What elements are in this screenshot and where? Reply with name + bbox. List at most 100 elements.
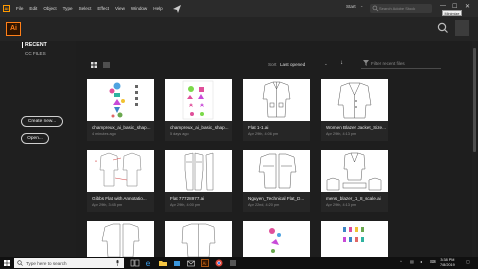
file-card[interactable]: Nguyen_Technical Flat_D... Apr 22nd, 4:2… bbox=[243, 150, 310, 212]
app-icon[interactable] bbox=[228, 258, 238, 268]
windows-start-icon[interactable] bbox=[4, 260, 10, 266]
menu-effect[interactable]: Effect bbox=[94, 6, 112, 11]
menu-type[interactable]: Type bbox=[60, 6, 76, 11]
grid-view-icon[interactable] bbox=[91, 62, 97, 68]
file-card[interactable] bbox=[243, 221, 310, 257]
file-name: champreux_ai_basic_shap... bbox=[170, 125, 229, 130]
stock-search[interactable]: Search Adobe Stock bbox=[370, 4, 432, 13]
file-thumbnail bbox=[165, 150, 232, 192]
file-thumbnail bbox=[165, 221, 232, 257]
windows-taskbar: e Ai ^ ▤ ◂ ⌨ 3:38 PM 7/8/2019 ▢ bbox=[0, 257, 478, 269]
file-card[interactable]: champreux_ai_basic_shap... 5 days ago bbox=[165, 79, 232, 141]
list-view-icon[interactable] bbox=[103, 62, 110, 68]
microphone-icon[interactable] bbox=[115, 260, 120, 266]
menu-select[interactable]: Select bbox=[76, 6, 95, 11]
file-thumbnail bbox=[243, 221, 310, 257]
menu-window[interactable]: Window bbox=[128, 6, 150, 11]
file-thumbnail bbox=[321, 79, 388, 121]
file-thumbnail bbox=[321, 150, 388, 192]
workspace-switcher[interactable]: Start bbox=[346, 4, 356, 9]
sort-label: Sort bbox=[268, 62, 277, 67]
menu-file[interactable]: File bbox=[13, 6, 26, 11]
volume-icon[interactable]: ◂ bbox=[420, 259, 422, 264]
search-icon bbox=[372, 5, 379, 12]
taskbar-search-input[interactable] bbox=[26, 259, 111, 267]
file-date: Apr 29th, 4:13 pm bbox=[326, 132, 357, 136]
illustrator-taskbar-icon[interactable]: Ai bbox=[200, 258, 210, 268]
file-card[interactable]: Women Blazer Jacket_Size... Apr 29th, 4:… bbox=[321, 79, 388, 141]
file-card[interactable]: mens_blazer_1_8_scale.ai Apr 29th, 4:13 … bbox=[321, 150, 388, 212]
sort-dropdown[interactable]: Last opened bbox=[280, 62, 305, 67]
file-date: Apr 22nd, 4:20 pm bbox=[248, 203, 280, 207]
user-avatar[interactable] bbox=[455, 20, 469, 36]
menu-edit[interactable]: Edit bbox=[26, 6, 40, 11]
send-icon[interactable] bbox=[172, 4, 182, 14]
file-thumbnail bbox=[87, 221, 154, 257]
app-bar: Ai bbox=[0, 17, 478, 41]
file-date: Apr 29th, 4:06 pm bbox=[248, 132, 279, 136]
filter-input[interactable] bbox=[371, 59, 439, 68]
illustrator-start-screen: Ai File Edit Object Type Select Effect V… bbox=[0, 0, 478, 269]
sidebar bbox=[0, 41, 76, 257]
file-name: Women Blazer Jacket_Size... bbox=[326, 125, 386, 130]
maximize-button[interactable]: ☐ bbox=[452, 3, 457, 10]
sidebar-item-cc-files[interactable]: CC FILES bbox=[25, 51, 46, 56]
stock-search-placeholder: Search Adobe Stock bbox=[379, 6, 416, 11]
file-date: Apr 29th, 4:13 pm bbox=[326, 203, 357, 207]
file-thumbnail: A bbox=[87, 150, 154, 192]
file-card[interactable] bbox=[165, 221, 232, 257]
notifications-icon[interactable]: ▢ bbox=[466, 259, 470, 264]
open-button[interactable]: Open... bbox=[21, 133, 49, 144]
tray-chevron-icon[interactable]: ^ bbox=[400, 259, 402, 264]
sidebar-item-recent[interactable]: RECENT bbox=[22, 42, 47, 48]
chevron-down-icon[interactable]: ⌄ bbox=[324, 61, 328, 67]
file-name: Nguyen_Technical Flat_D... bbox=[248, 196, 305, 201]
svg-text:Ai: Ai bbox=[203, 261, 207, 266]
taskbar-search[interactable] bbox=[14, 258, 124, 268]
edge-browser-icon[interactable]: e bbox=[144, 258, 154, 268]
file-date: 5 days ago bbox=[170, 132, 189, 136]
illustrator-logo: Ai bbox=[6, 22, 21, 36]
svg-text:A: A bbox=[95, 159, 97, 163]
file-card[interactable]: champreux_ai_basic_shap... 4 minutes ago bbox=[87, 79, 154, 141]
file-thumbnail bbox=[87, 79, 154, 121]
create-new-button[interactable]: Create new... bbox=[21, 116, 63, 127]
network-icon[interactable]: ▤ bbox=[410, 259, 414, 264]
file-thumbnail bbox=[321, 221, 388, 257]
menu-object[interactable]: Object bbox=[40, 6, 59, 11]
file-date: Apr 29th, 3:45 pm bbox=[92, 203, 123, 207]
search-button[interactable] bbox=[436, 21, 450, 35]
file-explorer-icon[interactable] bbox=[158, 258, 168, 268]
search-icon bbox=[17, 260, 23, 266]
language-icon[interactable]: ⌨ bbox=[430, 259, 436, 264]
file-thumbnail bbox=[165, 79, 232, 121]
file-name: Gibbs Flat with Annotatio... bbox=[92, 196, 147, 201]
file-name: champreux_ai_basic_shap... bbox=[92, 125, 151, 130]
file-name: Flat 77728977.ai bbox=[170, 196, 205, 201]
mail-icon[interactable] bbox=[186, 258, 196, 268]
app-logo-mini: Ai bbox=[3, 5, 10, 12]
chevron-down-icon[interactable]: ⌄ bbox=[360, 3, 363, 8]
menu-help[interactable]: Help bbox=[150, 6, 165, 11]
menu-bar: Ai File Edit Object Type Select Effect V… bbox=[0, 0, 478, 17]
file-card[interactable] bbox=[87, 221, 154, 257]
menu-view[interactable]: View bbox=[112, 6, 128, 11]
sort-direction-icon[interactable]: ↓ bbox=[340, 60, 343, 66]
file-thumbnail bbox=[243, 79, 310, 121]
file-card[interactable]: A Gibbs Flat with Annotatio... Apr 29th,… bbox=[87, 150, 154, 212]
file-name: mens_blazer_1_8_scale.ai bbox=[326, 196, 381, 201]
minimize-button[interactable]: — bbox=[440, 3, 446, 9]
chrome-icon[interactable] bbox=[214, 258, 224, 268]
taskbar-clock[interactable]: 3:38 PM 7/8/2019 bbox=[440, 258, 455, 268]
close-button[interactable]: ✕ bbox=[465, 3, 470, 10]
clock-date: 7/8/2019 bbox=[440, 263, 455, 267]
store-icon[interactable] bbox=[172, 258, 182, 268]
filter-field[interactable] bbox=[361, 58, 441, 69]
svg-text:e: e bbox=[146, 259, 151, 268]
file-card[interactable] bbox=[321, 221, 388, 257]
scrollbar-thumb[interactable] bbox=[473, 48, 476, 152]
file-name: Flat 1-1.ai bbox=[248, 125, 269, 130]
file-card[interactable]: Flat 1-1.ai Apr 29th, 4:06 pm bbox=[243, 79, 310, 141]
task-view-icon[interactable] bbox=[130, 258, 140, 268]
file-card[interactable]: Flat 77728977.ai Apr 29th, 4:00 pm bbox=[165, 150, 232, 212]
